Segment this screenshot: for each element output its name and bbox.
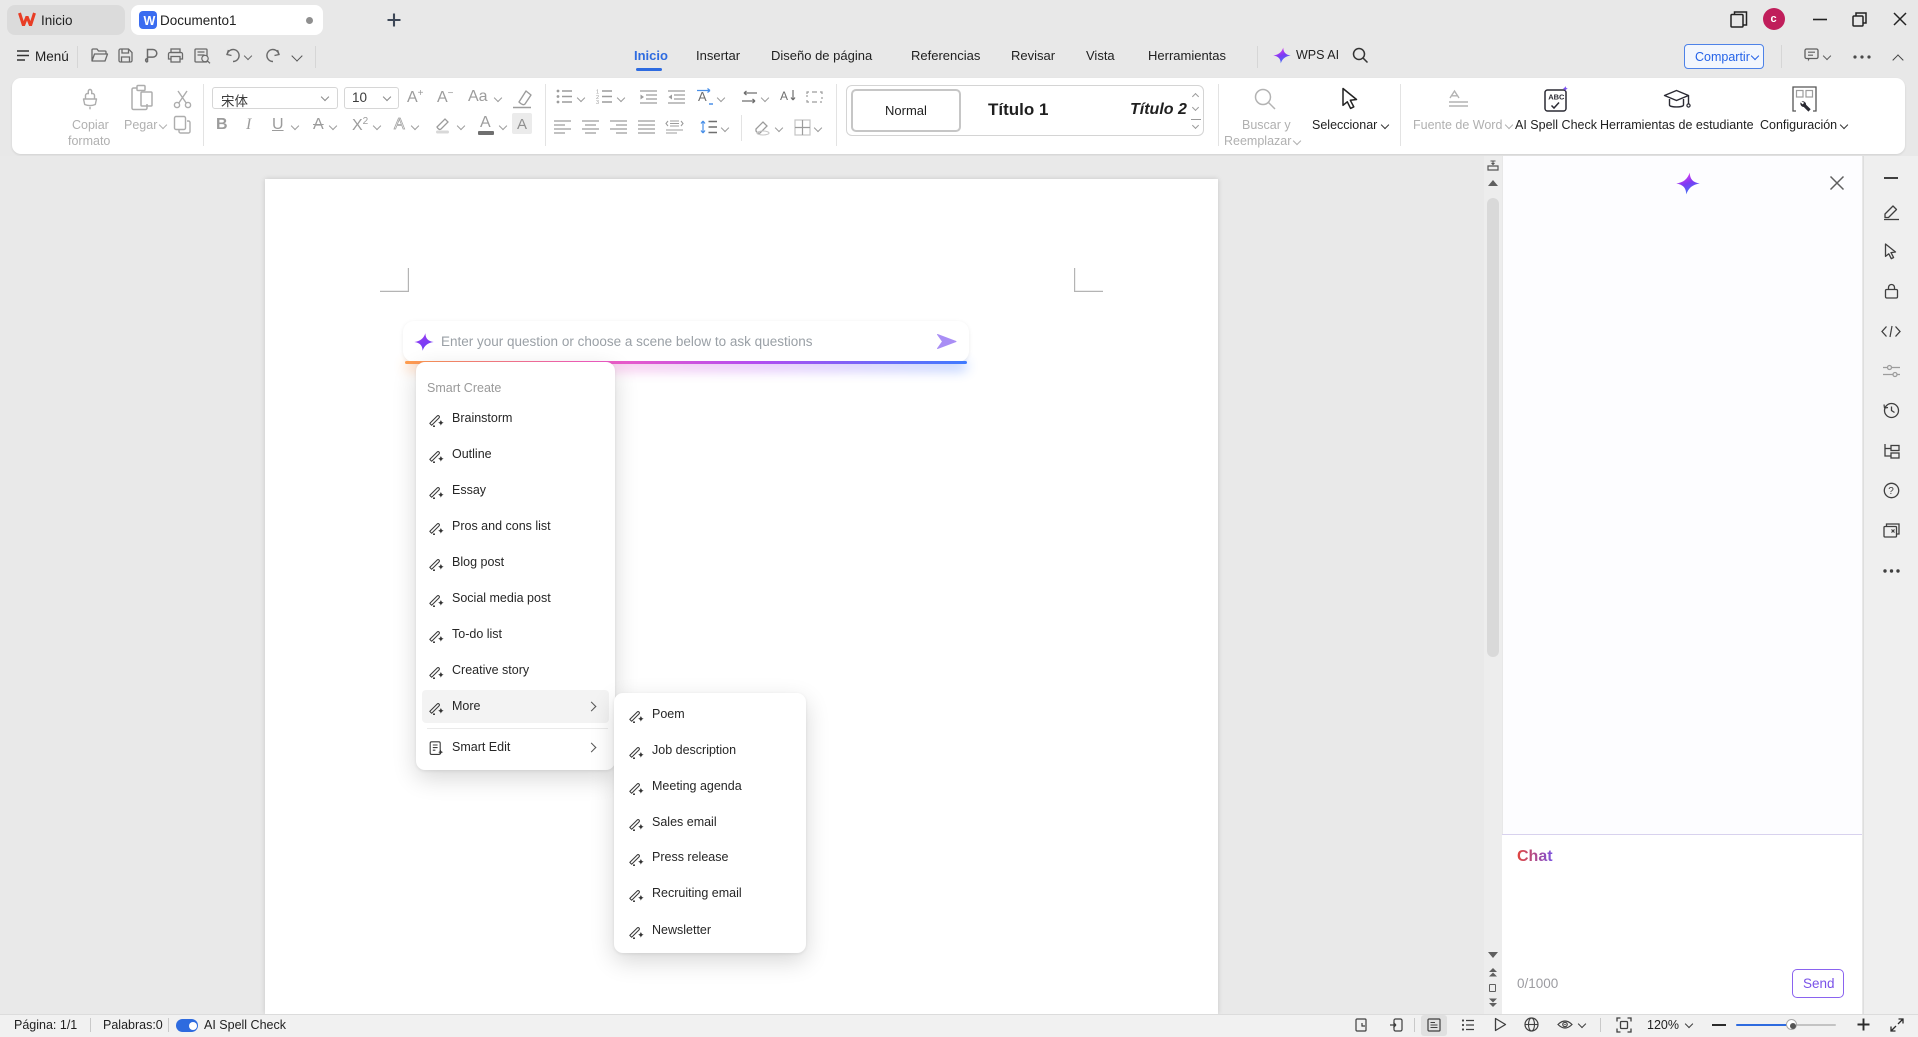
svg-text:A: A	[698, 89, 707, 104]
svg-text:3: 3	[596, 100, 599, 106]
svg-text:A: A	[780, 89, 788, 103]
svg-text:ABC: ABC	[1548, 93, 1565, 102]
svg-text:?: ?	[1888, 486, 1894, 497]
